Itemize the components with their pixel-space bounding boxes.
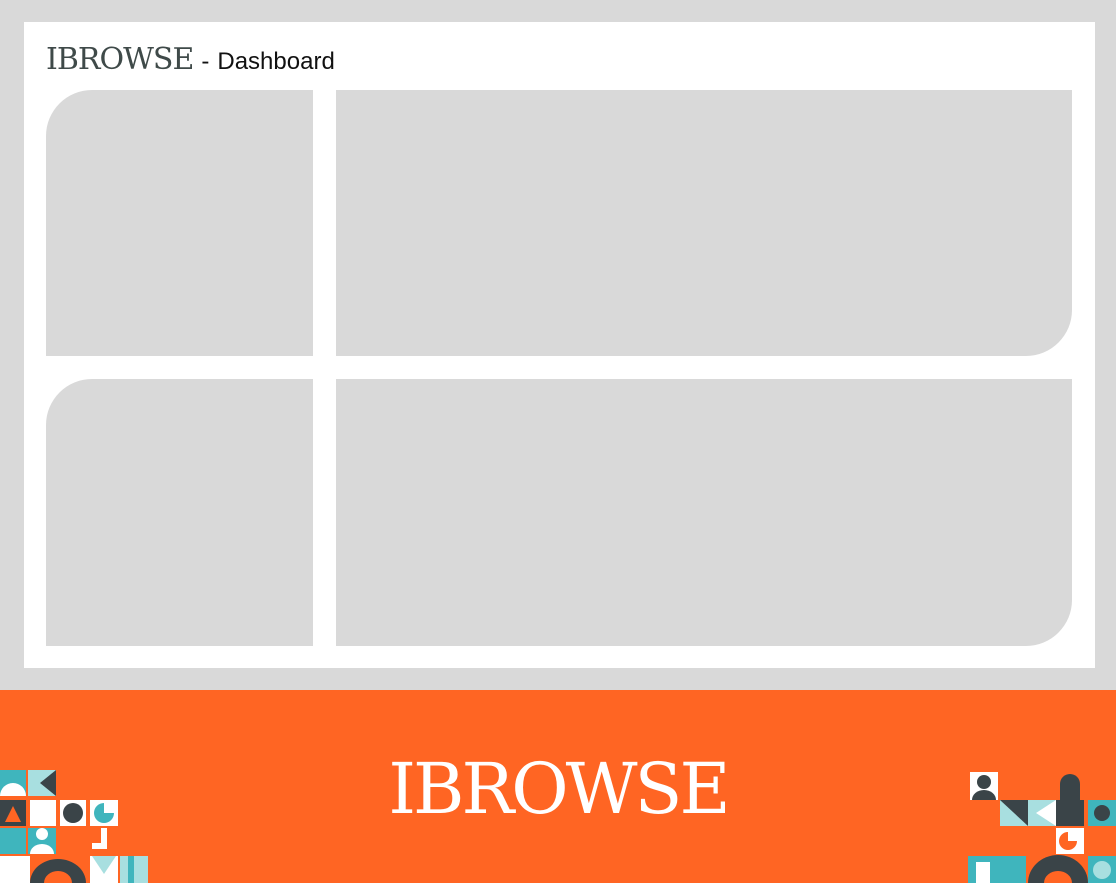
dashboard-panel-top-left (46, 90, 313, 356)
footer-banner: IBROWSE (0, 690, 1116, 883)
footer-brand-text: IBROWSE (388, 748, 730, 830)
geometric-pattern-left-icon (0, 770, 148, 883)
title-separator: - (201, 48, 210, 75)
geometric-pattern-right-icon (968, 772, 1116, 883)
dashboard-panel-top-right (336, 90, 1072, 356)
page-subtitle: Dashboard (217, 48, 335, 75)
dashboard-card: IBROWSE - Dashboard (24, 22, 1095, 668)
page-title: IBROWSE - Dashboard (46, 42, 335, 77)
dashboard-panel-bottom-right (336, 379, 1072, 646)
brand-logo-text: IBROWSE (46, 42, 194, 77)
dashboard-panel-bottom-left (46, 379, 313, 646)
